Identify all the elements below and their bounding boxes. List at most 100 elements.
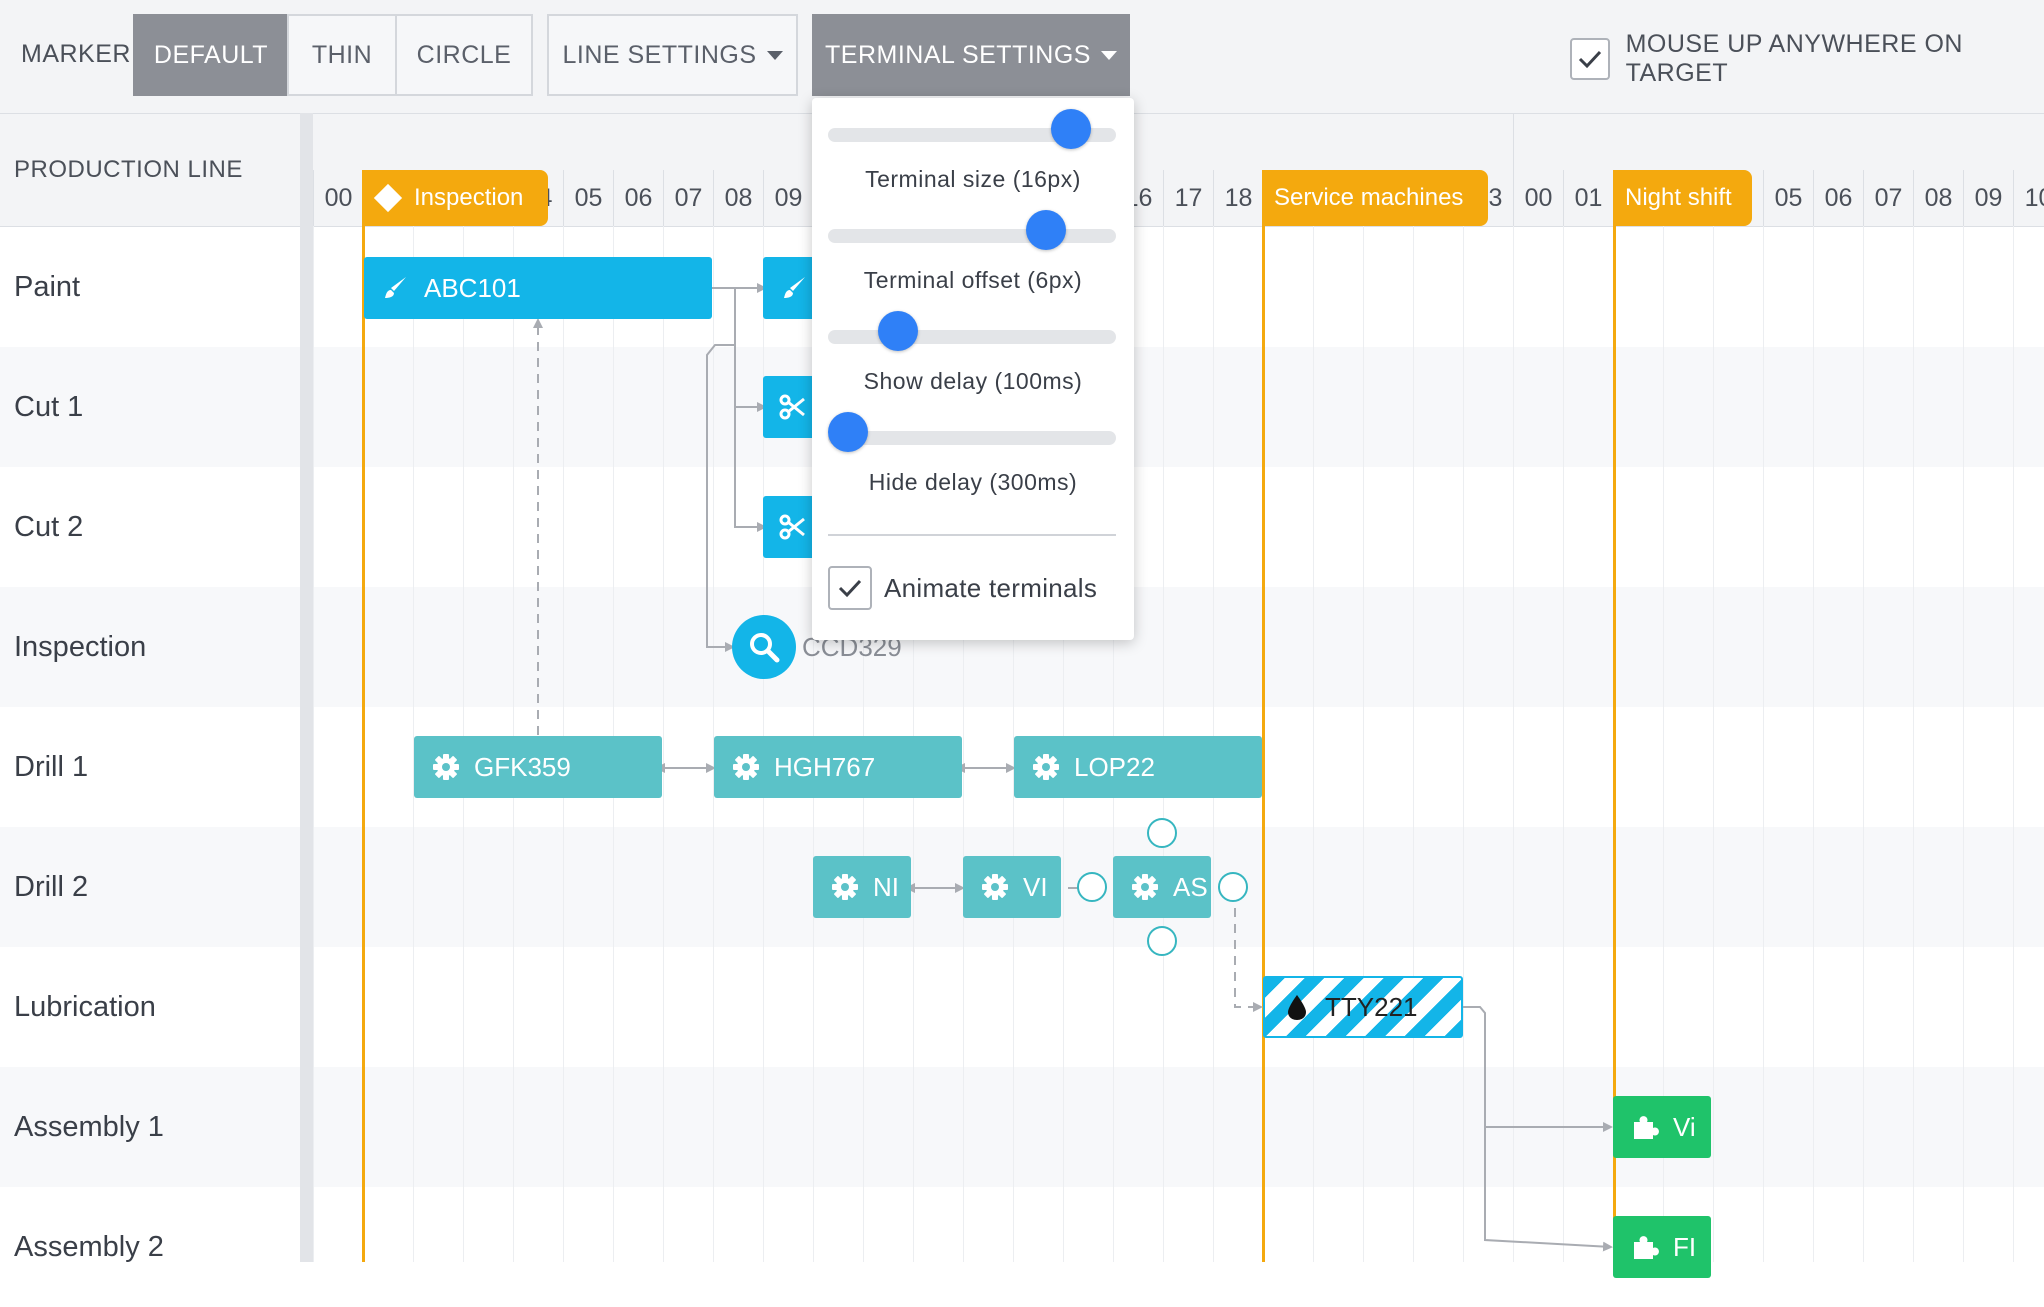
timeline-marker-inspection[interactable]: Inspection [362,170,548,226]
marker-label: Inspection [414,184,524,211]
hour-tick: 00 [1513,170,1563,226]
event-hgh767[interactable]: HGH767 [714,736,962,798]
marker-line-inspection [362,226,365,1262]
grid-line [663,226,664,1262]
event-drill2-c[interactable]: AS [1113,856,1211,918]
grid-line [2013,226,2014,1262]
event-label: GFK359 [474,751,571,782]
menu-divider [828,534,1116,536]
splitter-handle[interactable] [300,113,313,1262]
resource-row-label[interactable]: Inspection [0,587,300,707]
paint-brush-icon [781,274,809,302]
marker-default-button[interactable]: DEFAULT [133,14,289,96]
slider-knob[interactable] [877,311,918,351]
resource-row-label[interactable]: Drill 2 [0,827,300,947]
marker-thin-button[interactable]: THIN [287,14,397,96]
hide-delay-slider[interactable] [828,412,1116,452]
line-settings-button[interactable]: LINE SETTINGS [547,14,798,96]
resource-row-label[interactable]: Cut 1 [0,347,300,467]
terminal-bottom[interactable] [1147,926,1177,956]
show-delay-slider[interactable] [828,311,1116,351]
hour-tick: 10 [2013,170,2044,226]
hour-tick: 00 [313,170,363,226]
column-header-label: PRODUCTION LINE [14,156,243,183]
resource-row-label[interactable]: Drill 1 [0,707,300,827]
resource-row-label[interactable]: Cut 2 [0,467,300,587]
resource-row-label[interactable]: Lubrication [0,947,300,1067]
terminal-size-label: Terminal size (16px) [865,166,1081,192]
terminal-left[interactable] [1077,872,1107,902]
timeline-marker-night-shift[interactable]: Night shift [1613,170,1752,226]
marker-circle-button[interactable]: CIRCLE [395,14,533,96]
slider-knob[interactable] [1026,210,1067,250]
event-gfk359[interactable]: GFK359 [414,736,662,798]
hour-tick: 09 [1963,170,2013,226]
hour-tick: 17 [1163,170,1213,226]
hour-tick: 05 [563,170,613,226]
grid-line [313,226,314,1262]
event-lop22[interactable]: LOP22 [1014,736,1262,798]
hour-tick: 09 [763,170,813,226]
event-assembly-2[interactable]: FI [1613,1216,1711,1278]
resource-row-label[interactable]: Assembly 2 [0,1187,300,1307]
time-axis-header: 0001020304050607080910111213141516171819… [313,114,2044,227]
grid-line [1463,226,1464,1262]
diamond-icon [373,183,403,213]
hour-tick: 08 [1913,170,1963,226]
event-label: NI [873,871,899,902]
grid-line [1713,226,1714,1262]
event-tty221[interactable]: TTY221 [1263,976,1463,1038]
grid-line [1413,226,1414,1262]
grid-line [1813,226,1814,1262]
caret-down-icon [766,50,783,60]
marker-default-label: DEFAULT [153,40,269,69]
hour-tick: 07 [1863,170,1913,226]
event-label: AS [1173,871,1208,902]
hour-tick: 01 [1563,170,1613,226]
scissors-icon [779,513,807,541]
milestone-ccd329[interactable] [732,615,796,679]
hour-tick: 07 [663,170,713,226]
row-background [313,587,2044,707]
marker-line-service-machines [1262,226,1265,1262]
grid-line [1513,226,1514,1262]
event-drill2-a[interactable]: NI [813,856,911,918]
column-header[interactable]: PRODUCTION LINE [0,114,300,227]
scissors-icon [779,393,807,421]
grid-line [1913,226,1914,1262]
caret-down-icon [1100,50,1117,60]
show-delay-label: Show delay (100ms) [863,368,1083,394]
toolbar: MARKER DEFAULT THIN CIRCLE LINE SETTINGS… [0,0,2044,114]
mouse-up-checkbox[interactable] [1570,38,1610,80]
slider-knob[interactable] [1051,109,1092,149]
animate-terminals-label: Animate terminals [884,572,1098,603]
marker-label: Service machines [1274,184,1464,211]
grid-line [1863,226,1864,1262]
animate-terminals-toggle[interactable]: Animate terminals [828,566,1097,610]
resource-row-label[interactable]: Paint [0,227,300,347]
gear-icon [981,873,1009,901]
gear-icon [1032,753,1060,781]
terminal-offset-slider[interactable] [828,210,1116,250]
event-drill2-b[interactable]: VI [963,856,1061,918]
row-background [313,347,2044,467]
resource-row-label[interactable]: Assembly 1 [0,1067,300,1187]
slider-knob[interactable] [828,412,868,452]
mouse-up-anywhere-toggle[interactable]: MOUSE UP ANYWHERE ON TARGET [1570,30,2044,88]
animate-terminals-checkbox[interactable] [828,566,872,610]
event-assembly-1[interactable]: Vi [1613,1096,1711,1158]
oil-drop-icon [1283,993,1311,1021]
terminal-settings-menu: Terminal size (16px) Terminal offset (6p… [812,98,1134,640]
event-label: ABC101 [424,272,521,303]
grid-line [1363,226,1364,1262]
mouse-up-label: MOUSE UP ANYWHERE ON TARGET [1625,30,1963,87]
terminal-size-slider[interactable] [828,109,1116,149]
timeline-marker-service-machines[interactable]: Service machines [1262,170,1488,226]
terminal-settings-button[interactable]: TERMINAL SETTINGS [812,14,1130,96]
terminal-right[interactable] [1218,872,1248,902]
event-label: LOP22 [1074,751,1155,782]
terminal-top[interactable] [1147,818,1177,848]
marker-thin-label: THIN [311,40,373,69]
day-divider [1513,114,1514,170]
event-abc101[interactable]: ABC101 [364,257,712,319]
